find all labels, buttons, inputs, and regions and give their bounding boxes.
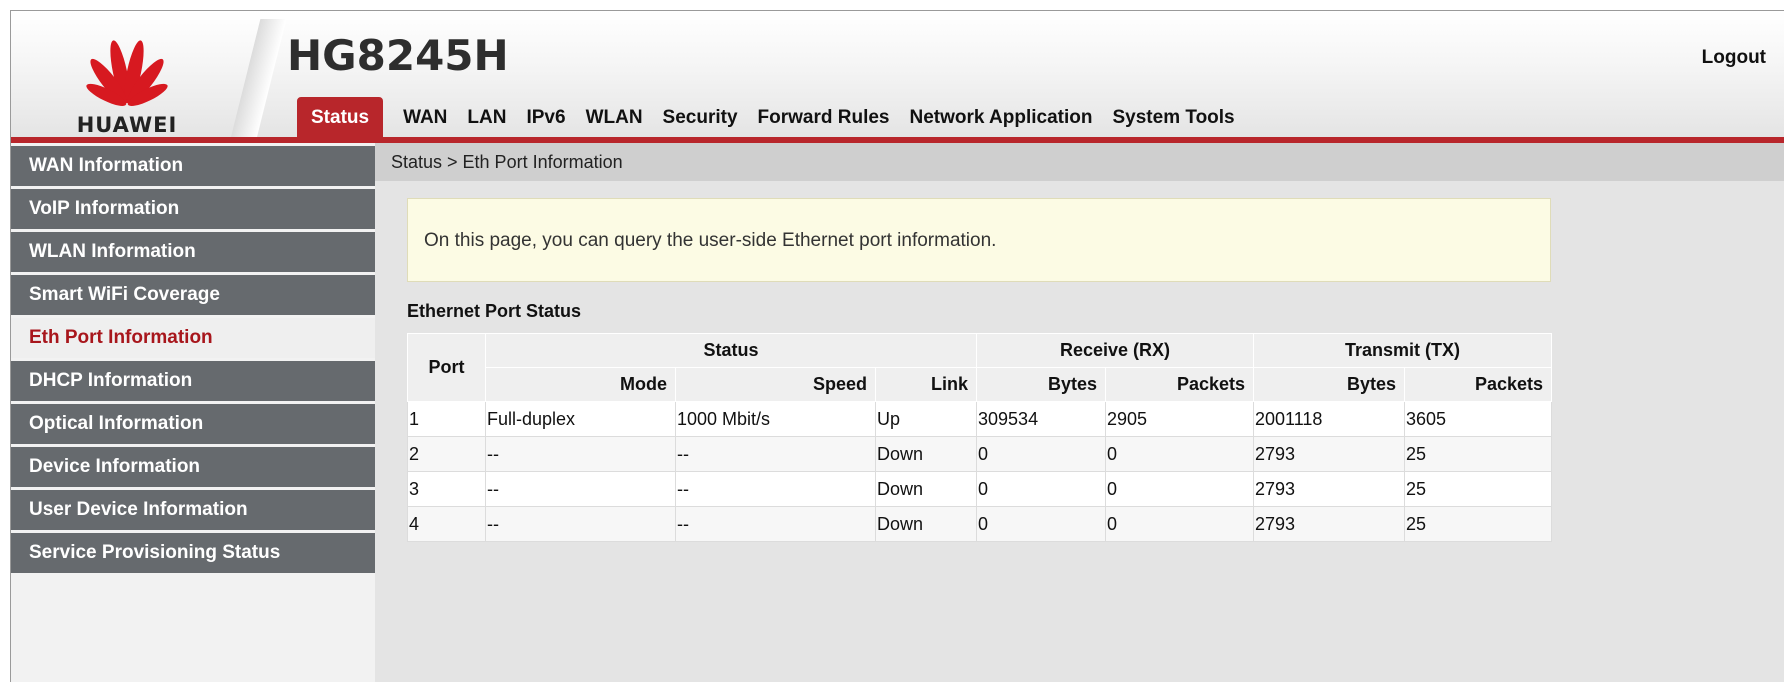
table-cell: 0 — [1105, 436, 1255, 472]
sidebar-item-wlan-information[interactable]: WLAN Information — [11, 232, 375, 272]
table-cell: 0 — [1105, 471, 1255, 507]
tab-wlan[interactable]: WLAN — [576, 97, 653, 137]
logout-link[interactable]: Logout — [1702, 47, 1766, 69]
sidebar-item-dhcp-information[interactable]: DHCP Information — [11, 361, 375, 401]
product-name: HG8245H — [287, 31, 509, 80]
tab-security[interactable]: Security — [653, 97, 748, 137]
header-divider — [229, 19, 287, 145]
sidebar-item-voip-information[interactable]: VoIP Information — [11, 189, 375, 229]
table-cell: 309534 — [976, 401, 1107, 437]
router-admin-page: HUAWEI HG8245H Logout Status WAN LAN IPv… — [10, 10, 1784, 682]
table-cell: 2793 — [1253, 471, 1406, 507]
table-cell: -- — [675, 471, 876, 507]
table-row: 4 -- -- Down 0 0 2793 25 — [407, 506, 1553, 542]
sidebar-item-service-provisioning-status[interactable]: Service Provisioning Status — [11, 533, 375, 573]
table-cell: 2001118 — [1253, 401, 1406, 437]
column-header-mode: Mode — [485, 367, 676, 402]
table-cell: -- — [675, 506, 876, 542]
tab-wan[interactable]: WAN — [393, 97, 457, 137]
tab-lan[interactable]: LAN — [457, 97, 516, 137]
sidebar-item-eth-port-information[interactable]: Eth Port Information — [11, 318, 375, 358]
header: HUAWEI HG8245H Logout Status WAN LAN IPv… — [11, 11, 1784, 147]
sidebar-item-user-device-information[interactable]: User Device Information — [11, 490, 375, 530]
table-cell: 1 — [407, 401, 486, 437]
column-header-link: Link — [874, 367, 978, 402]
column-group-transmit: Transmit (TX) — [1253, 333, 1553, 368]
table-cell: 25 — [1404, 506, 1553, 542]
ethernet-port-table: Port Status Receive (RX) Transmit (TX) M… — [407, 333, 1553, 542]
column-header-rx-packets: Packets — [1105, 367, 1255, 402]
table-cell: 2 — [407, 436, 486, 472]
main-nav: Status WAN LAN IPv6 WLAN Security Forwar… — [297, 97, 1245, 137]
tab-network-application[interactable]: Network Application — [900, 97, 1103, 137]
table-row: 1 Full-duplex 1000 Mbit/s Up 309534 2905… — [407, 401, 1553, 437]
table-cell: 2793 — [1253, 506, 1406, 542]
table-cell: -- — [485, 471, 676, 507]
tab-ipv6[interactable]: IPv6 — [516, 97, 575, 137]
table-cell: Down — [874, 471, 978, 507]
table-cell: 3 — [407, 471, 486, 507]
table-cell: Up — [874, 401, 978, 437]
column-header-tx-bytes: Bytes — [1253, 367, 1406, 402]
column-header-rx-bytes: Bytes — [976, 367, 1107, 402]
tab-status[interactable]: Status — [297, 97, 384, 137]
table-cell: 0 — [976, 471, 1107, 507]
sidebar-item-smart-wifi-coverage[interactable]: Smart WiFi Coverage — [11, 275, 375, 315]
main-content: Status > Eth Port Information On this pa… — [375, 143, 1784, 682]
tab-system-tools[interactable]: System Tools — [1103, 97, 1245, 137]
table-row: 2 -- -- Down 0 0 2793 25 — [407, 436, 1553, 472]
breadcrumb: Status > Eth Port Information — [375, 143, 1784, 181]
table-cell: 0 — [976, 436, 1107, 472]
table-cell: 3605 — [1404, 401, 1553, 437]
huawei-logo: HUAWEI — [59, 19, 195, 139]
column-group-receive: Receive (RX) — [976, 333, 1255, 368]
table-cell: 25 — [1404, 436, 1553, 472]
column-header-speed: Speed — [675, 367, 876, 402]
table-row: 3 -- -- Down 0 0 2793 25 — [407, 471, 1553, 507]
table-cell: 0 — [1105, 506, 1255, 542]
table-cell: 25 — [1404, 471, 1553, 507]
table-cell: 2905 — [1105, 401, 1255, 437]
sidebar-item-optical-information[interactable]: Optical Information — [11, 404, 375, 444]
column-header-port: Port — [407, 333, 486, 402]
table-cell: -- — [675, 436, 876, 472]
column-header-tx-packets: Packets — [1404, 367, 1553, 402]
huawei-petals-icon — [86, 40, 168, 106]
table-cell: 0 — [976, 506, 1107, 542]
sidebar-item-wan-information[interactable]: WAN Information — [11, 146, 375, 186]
sidebar-item-device-information[interactable]: Device Information — [11, 447, 375, 487]
table-cell: Full-duplex — [485, 401, 676, 437]
sidebar: WAN Information VoIP Information WLAN In… — [11, 143, 375, 682]
logo-text: HUAWEI — [76, 113, 178, 137]
column-group-status: Status — [484, 333, 978, 368]
table-cell: 4 — [407, 506, 486, 542]
table-cell: -- — [485, 436, 676, 472]
table-cell: Down — [874, 506, 978, 542]
table-cell: Down — [874, 436, 978, 472]
table-cell: 2793 — [1253, 436, 1406, 472]
tab-forward-rules[interactable]: Forward Rules — [748, 97, 900, 137]
table-cell: 1000 Mbit/s — [675, 401, 876, 437]
section-title: Ethernet Port Status — [407, 301, 582, 321]
info-message: On this page, you can query the user-sid… — [407, 198, 1551, 282]
table-cell: -- — [485, 506, 676, 542]
